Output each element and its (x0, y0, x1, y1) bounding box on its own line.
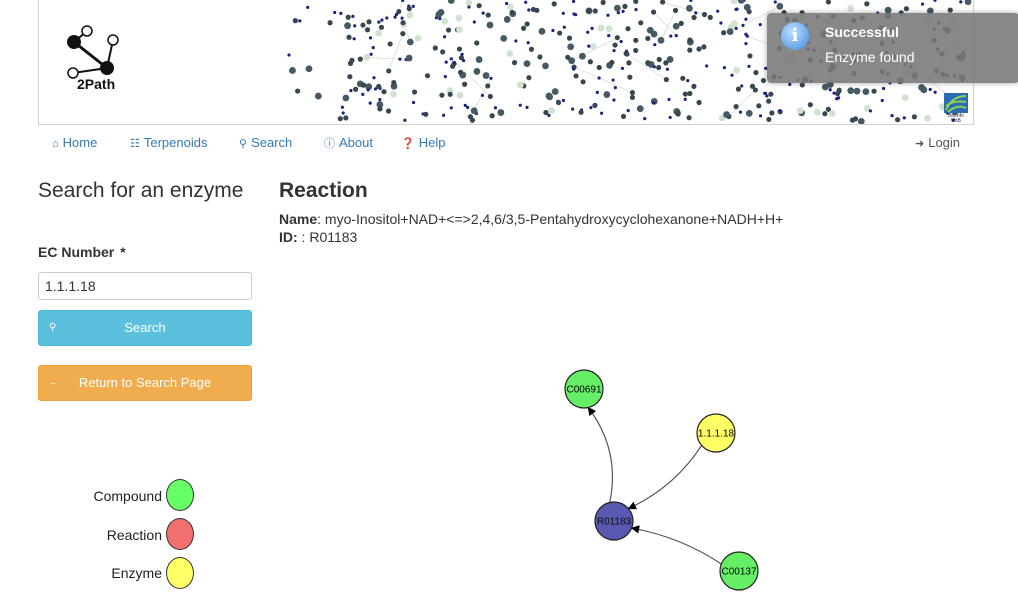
reaction-heading: Reaction (279, 179, 368, 202)
nav-login[interactable]: ➜ Login (915, 135, 960, 150)
return-to-search-button[interactable]: ← Return to Search Page (38, 365, 252, 401)
graph-node-label: R01183 (597, 517, 632, 528)
legend-label-enzyme: Enzyme (111, 565, 162, 581)
top-navigation: ⌂ Home ☷ Terpenoids ⚲ Search ⓘ About ❓ Help ➜… (38, 128, 974, 158)
nav-login-label: Login (928, 135, 961, 150)
reaction-id: ID: : R01183 (279, 229, 357, 245)
return-button-label: Return to Search Page (78, 375, 212, 390)
search-icon: ⚲ (49, 322, 57, 333)
graph-node-enzyme[interactable]: 1.1.1.18 (696, 413, 736, 453)
nav-search[interactable]: ⚲ Search (239, 135, 292, 150)
graph-node-compound[interactable]: C00691 (564, 369, 604, 409)
ec-number-label-text: EC Number (38, 244, 115, 260)
search-icon: ⚲ (239, 138, 248, 150)
arrow-left-icon: ← (49, 377, 59, 388)
nav-terpenoids-label: Terpenoids (143, 135, 208, 150)
nav-help-label: Help (418, 135, 446, 150)
notification-message: Enzyme found (825, 49, 915, 65)
notification-title: Successful (825, 24, 899, 40)
search-panel-title: Search for an enzyme (38, 179, 244, 202)
graph-node-label: C00691 (566, 385, 601, 396)
reaction-id-label: ID: (279, 229, 298, 245)
legend-circle-reaction (166, 518, 194, 550)
sign-in-icon: ➜ (915, 138, 925, 150)
graph-edge (630, 525, 722, 565)
graph-node-label: C00137 (721, 567, 756, 578)
legend-label-reaction: Reaction (106, 527, 162, 543)
logo-text: 2Path (77, 76, 116, 92)
nav-terpenoids[interactable]: ☷ Terpenoids (130, 135, 207, 150)
required-mark: * (120, 244, 126, 260)
success-notification[interactable]: i Successful Enzyme found (767, 13, 1018, 83)
legend-circle-compound (166, 479, 194, 511)
ec-number-label: EC Number * (38, 244, 126, 260)
question-icon: ❓ (401, 138, 415, 150)
nav-help[interactable]: ❓ Help (401, 135, 445, 150)
nav-home[interactable]: ⌂ Home (52, 135, 97, 150)
reaction-name: Name: myo-Inositol+NAD+<=>2,4,6/3,5-Pent… (279, 211, 783, 227)
legend-circle-enzyme (166, 557, 194, 589)
info-icon: ⓘ (324, 138, 335, 150)
reaction-graph[interactable]: C00691 1.1.1.18 R01183 C00137 (540, 360, 780, 600)
sitemap-icon: ☷ (130, 138, 140, 150)
home-icon: ⌂ (52, 138, 59, 150)
nav-home-label: Home (62, 135, 98, 150)
nav-about-label: About (339, 135, 373, 150)
search-button-label: Search (124, 320, 166, 335)
bioinfo-logo-text: BioInfo UnB (943, 114, 969, 124)
reaction-id-value: : R01183 (297, 229, 358, 245)
bioinfo-line2: UnB (951, 118, 961, 124)
info-icon: i (781, 22, 809, 50)
graph-edge (587, 406, 614, 503)
graph-node-compound[interactable]: C00137 (719, 551, 759, 591)
ec-number-input[interactable] (38, 272, 252, 300)
reaction-name-value: : myo-Inositol+NAD+<=>2,4,6/3,5-Pentahyd… (317, 211, 784, 227)
search-button[interactable]: ⚲ Search (38, 310, 252, 346)
nav-search-label: Search (251, 135, 293, 150)
graph-node-reaction[interactable]: R01183 (594, 501, 634, 541)
graph-edge (627, 445, 703, 510)
graph-node-label: 1.1.1.18 (698, 429, 735, 440)
reaction-name-label: Name (279, 211, 318, 227)
nav-about[interactable]: ⓘ About (324, 135, 373, 151)
legend-label-compound: Compound (93, 488, 163, 504)
